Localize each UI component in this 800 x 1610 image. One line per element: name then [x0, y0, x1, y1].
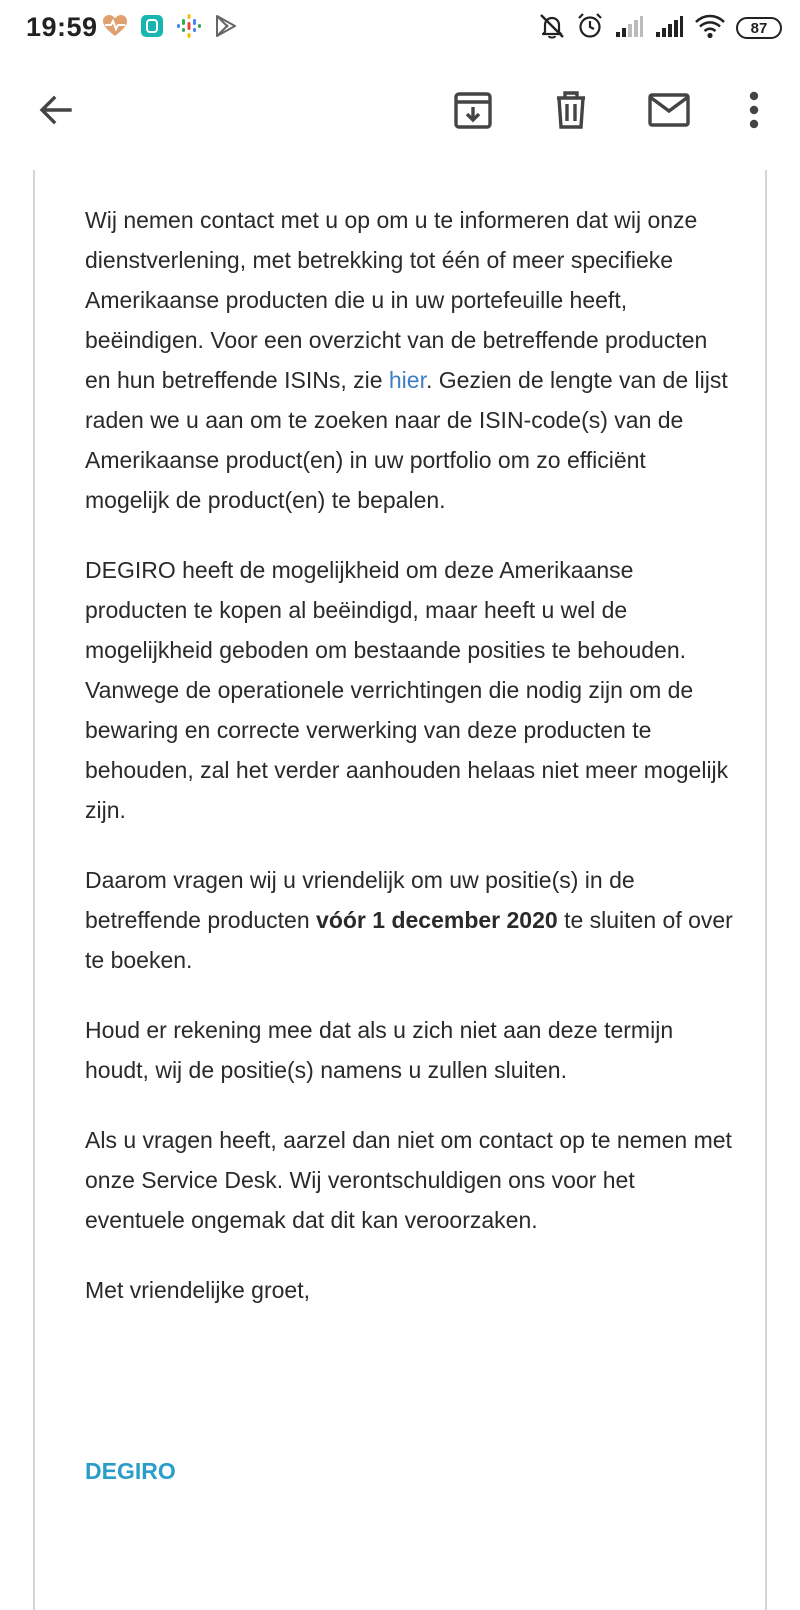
archive-button[interactable]: [449, 88, 497, 136]
back-button[interactable]: [32, 88, 80, 136]
status-bar: 19:59 87: [0, 0, 800, 56]
signal-icon-1: [614, 14, 644, 43]
notification-icons: [102, 12, 238, 44]
paragraph-intro: Wij nemen contact met u op om u te infor…: [85, 207, 728, 513]
paragraph-term-notice: Houd er rekening mee dat als u zich niet…: [85, 1017, 674, 1083]
paragraph-contact: Als u vragen heeft, aarzel dan niet om c…: [85, 1127, 732, 1233]
health-icon: [102, 14, 128, 43]
paragraph-degiro: DEGIRO heeft de mogelijkheid om deze Ame…: [85, 557, 729, 823]
delete-button[interactable]: [547, 88, 595, 136]
hier-link[interactable]: hier: [389, 367, 426, 393]
app-notification-icon: [140, 14, 164, 43]
arrow-left-icon: [36, 90, 76, 135]
mark-unread-button[interactable]: [645, 88, 693, 136]
system-icons: 87: [538, 10, 782, 46]
paragraph-greeting: Met vriendelijke groet,: [85, 1277, 310, 1303]
email-toolbar: [0, 70, 800, 154]
paragraph-deadline: Daarom vragen wij u vriendelijk om uw po…: [85, 867, 733, 973]
deadline-date: vóór 1 december 2020: [316, 907, 558, 933]
archive-icon: [452, 89, 494, 136]
status-time: 19:59: [26, 12, 98, 42]
email-body: Wij nemen contact met u op om u te infor…: [85, 200, 735, 1340]
podcasts-icon: [176, 13, 202, 44]
more-vert-icon: [748, 90, 760, 135]
alarm-icon: [576, 12, 604, 45]
mail-icon: [647, 92, 691, 133]
wifi-icon: [694, 13, 726, 44]
email-message-card: Wij nemen contact met u op om u te infor…: [33, 170, 767, 1610]
battery-indicator: 87: [736, 17, 782, 39]
signature-degiro: DEGIRO: [85, 1458, 176, 1484]
play-store-icon: [214, 14, 238, 43]
mute-icon: [538, 12, 566, 45]
signal-icon-2: [654, 14, 684, 43]
more-options-button[interactable]: [730, 88, 778, 136]
trash-icon: [551, 89, 591, 136]
